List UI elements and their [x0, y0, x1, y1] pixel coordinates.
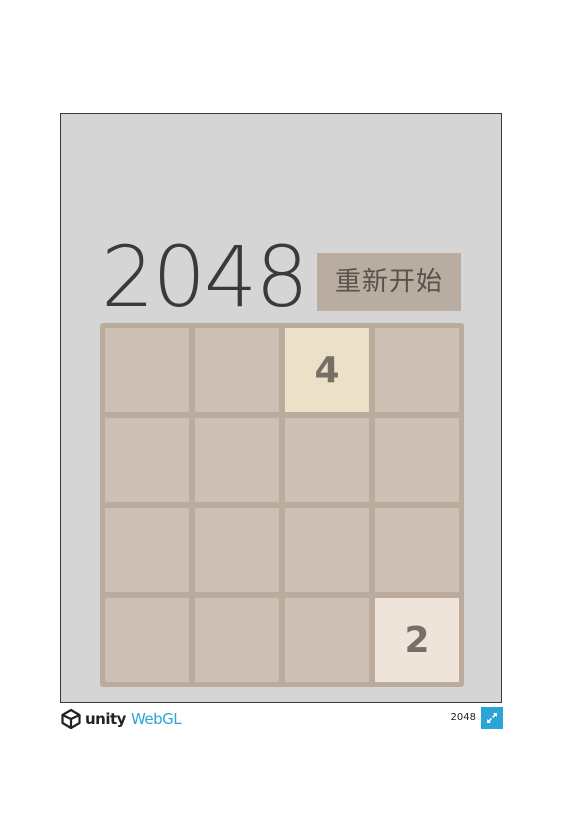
webgl-wordmark: WebGL	[130, 710, 182, 728]
empty-cell	[285, 418, 369, 502]
unity-webgl-logo: unity WebGL	[60, 708, 182, 730]
build-title: 2048	[450, 712, 476, 723]
empty-cell	[195, 328, 279, 412]
empty-cell	[105, 328, 189, 412]
empty-cell	[105, 598, 189, 682]
empty-cell	[375, 508, 459, 592]
empty-cell	[195, 418, 279, 502]
game-title: 2048	[101, 228, 309, 326]
empty-cell	[375, 328, 459, 412]
unity-icon	[61, 708, 81, 730]
empty-cell	[105, 418, 189, 502]
restart-button[interactable]: 重新开始	[317, 253, 461, 311]
empty-cell	[285, 598, 369, 682]
empty-cell	[195, 508, 279, 592]
unity-wordmark: unity	[85, 710, 126, 728]
fullscreen-icon	[487, 713, 497, 723]
empty-cell	[375, 418, 459, 502]
empty-cell	[285, 508, 369, 592]
game-board: 42	[100, 323, 464, 687]
tile-4: 4	[285, 328, 369, 412]
page: 2048 重新开始 42 unity WebGL 2048	[0, 0, 564, 835]
webgl-footer: unity WebGL 2048	[60, 703, 503, 733]
tile-2: 2	[375, 598, 459, 682]
game-canvas[interactable]: 2048 重新开始 42	[60, 113, 502, 703]
empty-cell	[195, 598, 279, 682]
fullscreen-button[interactable]	[481, 707, 503, 729]
empty-cell	[105, 508, 189, 592]
